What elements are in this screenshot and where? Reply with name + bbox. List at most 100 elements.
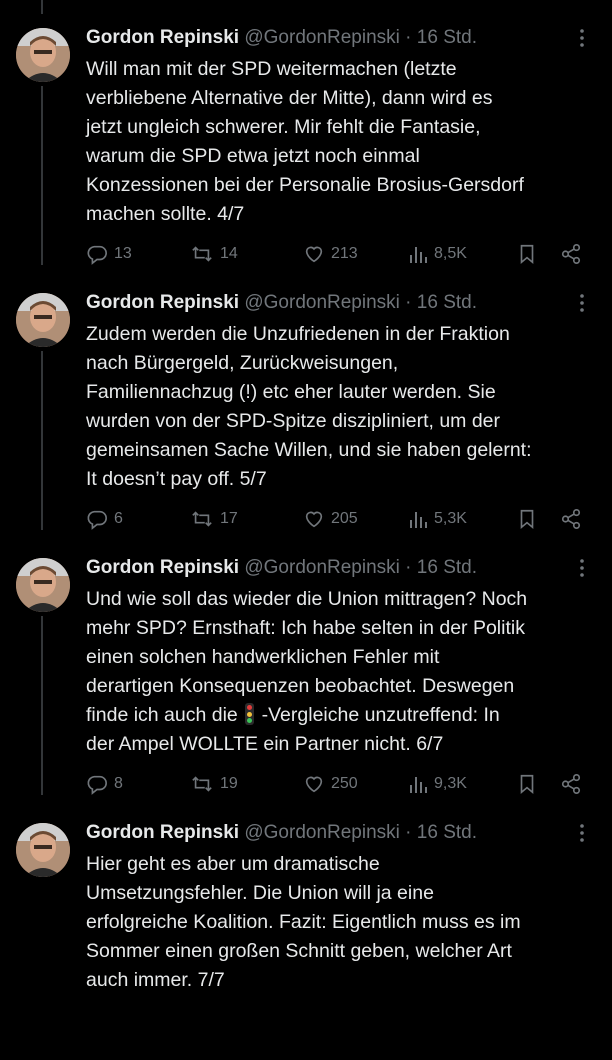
retweet-icon	[192, 511, 212, 527]
bookmark-button[interactable]	[516, 505, 538, 533]
timestamp[interactable]: 16 Std.	[417, 27, 477, 48]
author-name[interactable]: Gordon Repinski	[86, 822, 239, 843]
author-name[interactable]: Gordon Repinski	[86, 292, 239, 313]
text-segment: finde ich auch die	[86, 704, 238, 726]
tweet-header: Gordon Repinski @GordonRepinski · 16 Std…	[86, 555, 552, 581]
text-line: Zudem werden die Unzufriedenen in der Fr…	[86, 323, 510, 345]
author-name[interactable]: Gordon Repinski	[86, 557, 239, 578]
text-line: auch immer. 7/7	[86, 969, 225, 991]
like-icon	[305, 511, 323, 528]
author-handle[interactable]: @GordonRepinski	[244, 292, 400, 313]
like-count: 250	[331, 775, 358, 792]
thread-connector	[41, 616, 43, 795]
views-icon	[410, 512, 427, 528]
author-name[interactable]: Gordon Repinski	[86, 27, 239, 48]
like-icon	[305, 246, 323, 263]
tweet-4-of-7[interactable]: Gordon Repinski @GordonRepinski · 16 Std…	[0, 0, 612, 265]
share-button[interactable]	[560, 240, 582, 268]
reply-button[interactable]: 13	[86, 240, 132, 268]
author-handle[interactable]: @GordonRepinski	[244, 822, 400, 843]
tweet-5-of-7[interactable]: Gordon Repinski @GordonRepinski · 16 Std…	[0, 265, 612, 530]
more-icon[interactable]	[572, 293, 592, 313]
text-line: Und wie soll das wieder die Union mittra…	[86, 588, 528, 610]
views-button[interactable]: 9,3K	[408, 770, 467, 798]
like-count: 213	[331, 245, 358, 262]
action-bar: 8 19 250 9,3K	[86, 770, 596, 798]
share-icon	[561, 509, 581, 529]
text-line: warum die SPD etwa jetzt noch einmal	[86, 145, 420, 167]
avatar[interactable]	[16, 823, 70, 877]
bookmark-icon	[520, 509, 534, 530]
share-icon	[561, 774, 581, 794]
reply-button[interactable]: 8	[86, 770, 123, 798]
like-button[interactable]: 250	[303, 770, 358, 798]
tweet-text: Hier geht es aber um dramatische Umsetzu…	[86, 850, 606, 995]
views-count: 9,3K	[434, 775, 467, 792]
retweet-icon	[192, 776, 212, 792]
reply-icon	[87, 245, 107, 265]
text-line: nach Bürgergeld, Zurückweisungen,	[86, 352, 399, 374]
reply-icon	[87, 775, 107, 795]
separator-dot: ·	[405, 557, 412, 578]
share-button[interactable]	[560, 770, 582, 798]
share-button[interactable]	[560, 505, 582, 533]
text-line-with-emoji: finde ich auch die -Vergleiche unzutreff…	[86, 701, 606, 730]
views-button[interactable]: 5,3K	[408, 505, 467, 533]
timestamp[interactable]: 16 Std.	[417, 822, 477, 843]
views-icon	[410, 247, 427, 263]
views-button[interactable]: 8,5K	[408, 240, 467, 268]
like-count: 205	[331, 510, 358, 527]
like-button[interactable]: 213	[303, 240, 358, 268]
text-line: einen solchen handwerklichen Fehler mit	[86, 646, 440, 668]
text-line: wurden von der SPD-Spitze diszipliniert,…	[86, 410, 501, 432]
reply-icon	[87, 510, 107, 530]
text-line: Hier geht es aber um dramatische	[86, 853, 380, 875]
text-line: Umsetzungsfehler. Die Union will ja eine	[86, 882, 434, 904]
action-bar: 6 17 205 5,3K	[86, 505, 596, 533]
retweet-button[interactable]: 19	[190, 770, 238, 798]
action-bar: 13 14 213 8,5K	[86, 240, 596, 268]
retweet-icon	[192, 246, 212, 262]
views-count: 5,3K	[434, 510, 467, 527]
reply-count: 13	[114, 245, 132, 262]
reply-button[interactable]: 6	[86, 505, 123, 533]
more-icon[interactable]	[572, 558, 592, 578]
separator-dot: ·	[405, 822, 412, 843]
tweet-header: Gordon Repinski @GordonRepinski · 16 Std…	[86, 25, 552, 51]
avatar[interactable]	[16, 558, 70, 612]
retweet-button[interactable]: 14	[190, 240, 238, 268]
retweet-count: 19	[220, 775, 238, 792]
tweet-header: Gordon Repinski @GordonRepinski · 16 Std…	[86, 820, 552, 846]
reply-count: 6	[114, 510, 123, 527]
timestamp[interactable]: 16 Std.	[417, 292, 477, 313]
author-handle[interactable]: @GordonRepinski	[244, 557, 400, 578]
text-line: mehr SPD? Ernsthaft: Ich habe selten in …	[86, 617, 525, 639]
bookmark-button[interactable]	[516, 240, 538, 268]
like-button[interactable]: 205	[303, 505, 358, 533]
reply-count: 8	[114, 775, 123, 792]
text-line: Will man mit der SPD weitermachen (letzt…	[86, 58, 457, 80]
tweet-text: Zudem werden die Unzufriedenen in der Fr…	[86, 320, 606, 494]
more-icon[interactable]	[572, 823, 592, 843]
text-line: Sommer einen großen Schnitt geben, welch…	[86, 940, 512, 962]
separator-dot: ·	[405, 27, 412, 48]
text-line: It doesn’t pay off. 5/7	[86, 468, 267, 490]
tweet-7-of-7[interactable]: Gordon Repinski @GordonRepinski · 16 Std…	[0, 795, 612, 1060]
author-handle[interactable]: @GordonRepinski	[244, 27, 400, 48]
separator-dot: ·	[405, 292, 412, 313]
more-icon[interactable]	[572, 28, 592, 48]
text-line: erfolgreiche Koalition. Fazit: Eigentlic…	[86, 911, 521, 933]
text-line: der Ampel WOLLTE ein Partner nicht. 6/7	[86, 733, 444, 755]
bookmark-button[interactable]	[516, 770, 538, 798]
bookmark-icon	[520, 244, 534, 265]
text-segment: -Vergleiche unzutreffend: In	[261, 704, 500, 726]
tweet-6-of-7[interactable]: Gordon Repinski @GordonRepinski · 16 Std…	[0, 530, 612, 795]
text-line: Familiennachzug (!) etc eher lauter werd…	[86, 381, 496, 403]
share-icon	[561, 244, 581, 264]
avatar[interactable]	[16, 28, 70, 82]
like-icon	[305, 776, 323, 793]
avatar[interactable]	[16, 293, 70, 347]
retweet-button[interactable]: 17	[190, 505, 238, 533]
text-line: machen sollte. 4/7	[86, 203, 245, 225]
timestamp[interactable]: 16 Std.	[417, 557, 477, 578]
